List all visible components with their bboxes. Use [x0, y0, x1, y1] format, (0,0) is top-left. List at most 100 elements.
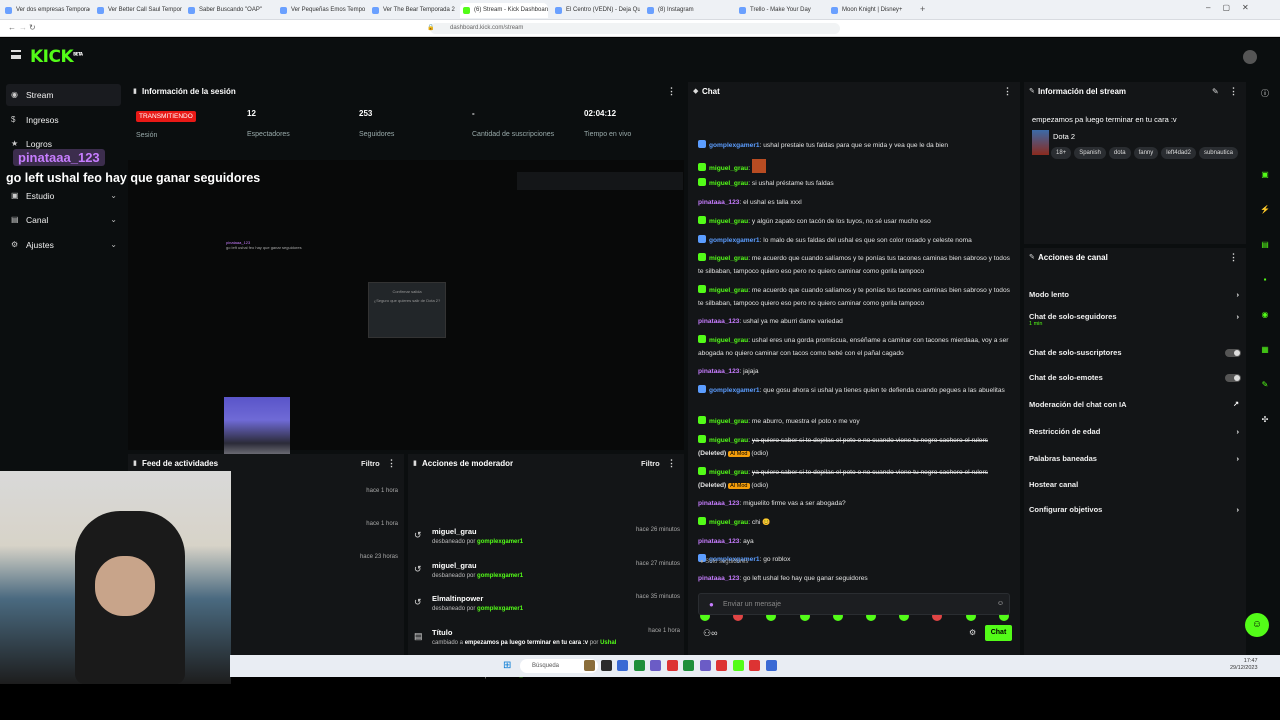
list-icon[interactable]: ▦ — [1259, 344, 1271, 356]
mod-action-actor[interactable]: Ushal — [600, 640, 616, 646]
url-field[interactable]: dashboard.kick.com/stream — [430, 23, 840, 34]
stream-tag[interactable]: Spanish — [1074, 147, 1106, 159]
taskbar-app-icon[interactable] — [683, 660, 694, 671]
chat-username[interactable]: gomplexgamer1 — [709, 387, 760, 394]
browser-tab[interactable]: (6) Stream - Kick Dashboard — [460, 3, 548, 18]
browser-tab[interactable]: El Centro (VEDN) - Deja Que El Tie — [552, 3, 640, 18]
channel-action-1[interactable]: Chat de solo-seguidores 1 min › — [1029, 312, 1241, 327]
browser-tab[interactable]: Ver The Bear Temporada 2 Episodio — [369, 3, 457, 18]
chat-username[interactable]: pinataaa_123 — [698, 318, 739, 325]
support-button[interactable]: ☺ — [1245, 613, 1269, 637]
channel-action-7[interactable]: Hostear canal — [1029, 480, 1241, 489]
windows-start-icon[interactable]: ⊞ — [503, 660, 511, 671]
sidebar-item-estudio[interactable]: ▣ Estudio ⌄ — [6, 185, 121, 207]
edit-icon[interactable]: ✎ — [1212, 87, 1219, 96]
channel-action-0[interactable]: Modo lento › — [1029, 290, 1241, 299]
taskbar-app-icon[interactable] — [749, 660, 760, 671]
channel-action-8[interactable]: Configurar objetivos › — [1029, 505, 1241, 514]
mod-action-actor[interactable]: gomplexgamer1 — [477, 573, 523, 579]
reload-icon[interactable]: ↻ — [29, 23, 36, 32]
browser-tab[interactable]: Ver dos empresas Temporada 3 Ep — [2, 3, 90, 18]
chat-send-button[interactable]: Chat — [985, 625, 1012, 641]
menu-icon[interactable] — [11, 50, 21, 59]
activity-filter-button[interactable]: Filtro — [361, 459, 380, 468]
stream-tag[interactable]: fanny — [1133, 147, 1159, 159]
sidebar-item-canal[interactable]: ▤ Canal ⌄ — [6, 209, 121, 231]
toggle-switch[interactable] — [1225, 349, 1241, 357]
chat-settings-icon[interactable]: ⚙ — [969, 628, 976, 637]
more-icon[interactable]: ⋮ — [1229, 86, 1238, 97]
browser-tab[interactable]: Trello - Make Your Day — [736, 3, 824, 18]
channel-action-2[interactable]: Chat de solo-suscriptores — [1029, 348, 1241, 357]
apps-icon[interactable]: ✣ — [1259, 414, 1271, 426]
stream-tag[interactable]: subnautica — [1198, 147, 1238, 159]
stream-icon[interactable]: ▣ — [1259, 169, 1271, 181]
chat-username[interactable]: pinataaa_123 — [698, 575, 739, 582]
chat-username[interactable]: miguel_grau — [709, 287, 748, 294]
chat-username[interactable]: miguel_grau — [709, 519, 748, 526]
chat-username[interactable]: miguel_grau — [709, 218, 748, 225]
taskbar-app-icon[interactable] — [699, 660, 711, 671]
chat-username[interactable]: gomplexgamer1 — [709, 142, 760, 149]
window-controls[interactable]: –▢✕ — [1206, 3, 1261, 12]
sidebar-item-stream[interactable]: ◉ Stream — [6, 84, 121, 106]
more-icon[interactable]: ⋮ — [1003, 86, 1012, 97]
chat-users-icon[interactable]: ⚇∞ — [703, 628, 717, 639]
sidebar-item-ingresos[interactable]: $ Ingresos — [6, 109, 121, 131]
more-icon[interactable]: ⋮ — [667, 458, 676, 469]
browser-tab[interactable]: Saber Buscando "OAP" — [185, 3, 273, 18]
chat-username[interactable]: miguel_grau — [709, 437, 748, 444]
chat-username[interactable]: pinataaa_123 — [698, 538, 739, 545]
chat-username[interactable]: miguel_grau — [709, 469, 748, 476]
chat-input[interactable]: ● Enviar un mensaje ☺ — [698, 593, 1010, 615]
browser-tab[interactable]: Moon Knight | Disney+ — [828, 3, 916, 18]
more-icon[interactable]: ⋮ — [387, 458, 396, 469]
mod-filter-button[interactable]: Filtro — [641, 459, 660, 468]
taskbar-app-icon[interactable] — [732, 660, 744, 671]
channel-action-4[interactable]: Moderación del chat con IA ↗ — [1029, 400, 1241, 409]
back-icon[interactable]: ← — [8, 23, 16, 32]
chat-username[interactable]: pinataaa_123 — [698, 199, 739, 206]
forward-icon[interactable]: → — [19, 23, 27, 32]
toggle-switch[interactable] — [1225, 374, 1241, 382]
browser-tab[interactable]: (8) Instagram — [644, 3, 732, 18]
channel-action-6[interactable]: Palabras baneadas › — [1029, 454, 1241, 463]
taskbar-app-icon[interactable] — [600, 660, 612, 671]
stream-tag[interactable]: dota — [1108, 147, 1131, 159]
chat-username[interactable]: miguel_grau — [709, 337, 748, 344]
sidebar-item-ajustes[interactable]: ⚙ Ajustes ⌄ — [6, 234, 121, 256]
chat-bubble-icon[interactable]: ▪ — [1259, 274, 1271, 286]
chat-username[interactable]: gomplexgamer1 — [709, 237, 760, 244]
mod-action-actor[interactable]: gomplexgamer1 — [477, 606, 523, 612]
channel-action-5[interactable]: Restricción de edad › — [1029, 427, 1241, 436]
kick-logo[interactable]: KICKBETA — [30, 47, 83, 67]
taskbar-app-icon[interactable] — [633, 660, 645, 671]
taskbar-app-icon[interactable] — [765, 660, 777, 671]
emoji-icon[interactable]: ☺ — [997, 600, 1004, 607]
channel-action-3[interactable]: Chat de solo-emotes — [1029, 373, 1241, 382]
taskbar-app-icon[interactable] — [716, 660, 727, 671]
taskbar-app-icon[interactable] — [617, 660, 628, 671]
mod-action-actor[interactable]: gomplexgamer1 — [477, 539, 523, 545]
browser-tab[interactable]: Ver Pequeñas Emos Temporada 2 Episo — [277, 3, 365, 18]
taskbar-app-icon[interactable] — [666, 660, 678, 671]
doc-icon[interactable]: ▤ — [1259, 239, 1271, 251]
stream-tag[interactable]: left4dad2 — [1161, 147, 1196, 159]
tool-icon[interactable]: ✎ — [1259, 379, 1271, 391]
chat-username[interactable]: miguel_grau — [709, 418, 748, 425]
taskbar-app-icon[interactable] — [584, 660, 595, 671]
avatar[interactable] — [1243, 50, 1257, 64]
taskbar-app-icon[interactable] — [650, 660, 661, 671]
chat-username[interactable]: pinataaa_123 — [698, 368, 739, 375]
chat-username[interactable]: miguel_grau — [709, 255, 748, 262]
bolt-icon[interactable]: ⚡ — [1259, 204, 1271, 216]
new-tab-icon[interactable]: + — [920, 4, 925, 14]
info-icon[interactable]: ⓘ — [1259, 88, 1271, 100]
broadcast-icon[interactable]: ◉ — [1259, 309, 1271, 321]
stream-tag[interactable]: 18+ — [1051, 147, 1072, 159]
more-icon[interactable]: ⋮ — [667, 86, 676, 97]
chat-username[interactable]: pinataaa_123 — [698, 500, 739, 507]
more-icon[interactable]: ⋮ — [1229, 252, 1238, 263]
chat-username[interactable]: miguel_grau — [709, 180, 748, 187]
browser-tab[interactable]: Ver Better Call Saul Temporada 2 Ep — [94, 3, 182, 18]
